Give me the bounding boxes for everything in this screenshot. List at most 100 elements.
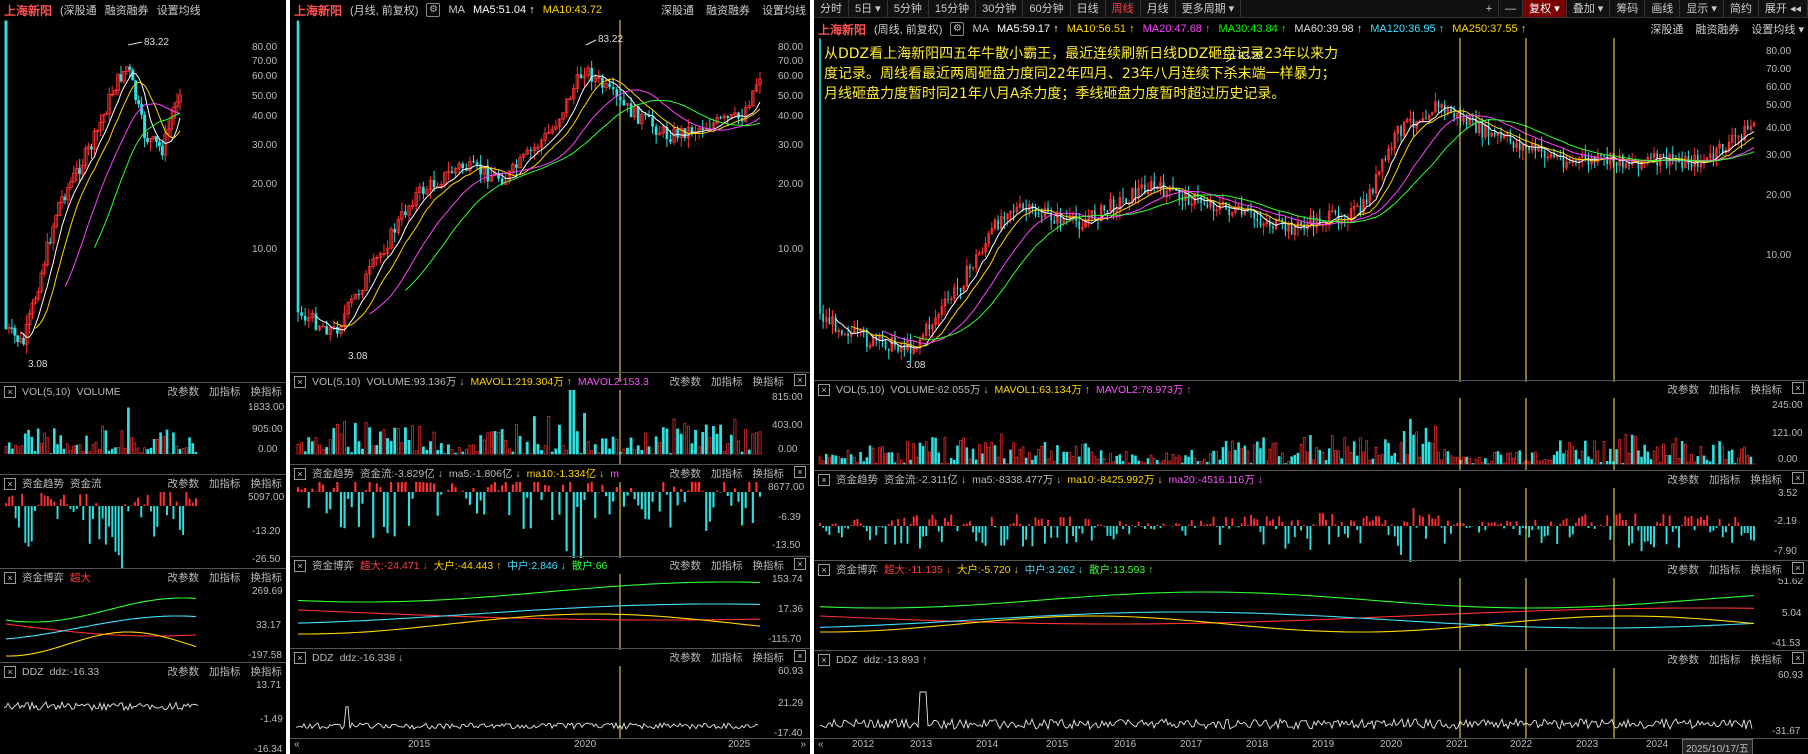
edit-params-button[interactable]: 改参数 (670, 650, 702, 665)
close-icon[interactable]: × (294, 651, 306, 664)
add-indicator-button[interactable]: 加指标 (209, 570, 241, 585)
edit-params-button[interactable]: 改参数 (670, 374, 702, 389)
edit-params-button[interactable]: 改参数 (1668, 382, 1700, 397)
edit-params-button[interactable]: 改参数 (1668, 472, 1700, 487)
link-set-ma[interactable]: 设置均线 (762, 2, 806, 18)
swap-indicator-button[interactable]: 换指标 (251, 384, 283, 399)
close-icon[interactable]: × (4, 665, 16, 678)
close-icon[interactable]: × (794, 374, 806, 386)
add-indicator-button[interactable]: 加指标 (1709, 652, 1741, 667)
bar (82, 506, 85, 521)
tab-5min[interactable]: 5分钟 (888, 0, 929, 17)
add-indicator-button[interactable]: 加指标 (711, 650, 743, 665)
link-margin[interactable]: 融资融券 (105, 2, 149, 18)
close-icon[interactable]: × (4, 571, 16, 584)
add-indicator-button[interactable]: 加指标 (1709, 382, 1741, 397)
add-indicator-button[interactable]: 加指标 (209, 384, 241, 399)
swap-indicator-button[interactable]: 换指标 (753, 650, 785, 665)
close-icon[interactable]: × (294, 467, 306, 480)
simple-button[interactable]: 简约 (1724, 0, 1759, 17)
close-icon[interactable]: × (794, 466, 806, 478)
tab-30min[interactable]: 30分钟 (976, 0, 1024, 17)
add-indicator-button[interactable]: 加指标 (711, 466, 743, 481)
swap-indicator-button[interactable]: 换指标 (251, 664, 283, 679)
tab-15min[interactable]: 15分钟 (929, 0, 977, 17)
tab-daily[interactable]: 日线 (1071, 0, 1106, 17)
zoom-out-button[interactable]: — (1499, 0, 1524, 17)
edit-params-button[interactable]: 改参数 (670, 558, 702, 573)
tab-weekly[interactable]: 周线 (1106, 0, 1141, 17)
expand-button[interactable]: 展开 ◂◂ (1759, 0, 1808, 17)
swap-indicator-button[interactable]: 换指标 (1751, 382, 1783, 397)
link-hk-connect[interactable]: 深股通 (1650, 21, 1683, 37)
close-icon[interactable]: × (1792, 562, 1804, 574)
scroll-left-icon[interactable]: « (818, 739, 824, 750)
swap-indicator-button[interactable]: 换指标 (1751, 652, 1783, 667)
close-icon[interactable]: × (1792, 472, 1804, 484)
link-set-ma[interactable]: 设置均线 ▾ (1751, 21, 1804, 37)
stock-name[interactable]: 上海新阳 (4, 2, 52, 19)
volume-bar (1455, 456, 1459, 465)
close-icon[interactable]: × (294, 559, 306, 572)
stock-name[interactable]: 上海新阳 (818, 21, 866, 38)
edit-params-button[interactable]: 改参数 (168, 570, 200, 585)
panel1-price-chart[interactable]: 80.00 70.00 60.00 50.00 40.00 30.00 20.0… (0, 20, 286, 382)
close-icon[interactable]: × (818, 473, 830, 486)
tab-5day[interactable]: 5日 ▾ (849, 0, 888, 17)
tab-more-periods[interactable]: 更多周期 ▾ (1176, 0, 1242, 17)
tab-60min[interactable]: 60分钟 (1023, 0, 1071, 17)
link-margin[interactable]: 融资融券 (1695, 21, 1739, 37)
close-icon[interactable]: × (818, 563, 830, 576)
close-icon[interactable]: × (4, 385, 16, 398)
swap-indicator-button[interactable]: 换指标 (753, 558, 785, 573)
close-icon[interactable]: × (818, 383, 830, 396)
scroll-right-icon[interactable]: » (800, 739, 806, 750)
edit-params-button[interactable]: 改参数 (168, 384, 200, 399)
adjust-button[interactable]: 复权 ▾ (1523, 0, 1567, 17)
edit-params-button[interactable]: 改参数 (670, 466, 702, 481)
candle-body (1518, 143, 1521, 151)
stock-name[interactable]: 上海新阳 (294, 2, 342, 19)
gear-icon[interactable]: ⚙ (426, 3, 441, 17)
draw-button[interactable]: 画线 (1645, 0, 1681, 17)
close-icon[interactable]: × (794, 650, 806, 662)
swap-indicator-button[interactable]: 换指标 (1751, 562, 1783, 577)
panel2-price-chart[interactable]: 80.00 70.00 60.00 50.00 40.00 30.00 20.0… (290, 20, 810, 382)
volume-bar (461, 451, 465, 455)
close-icon[interactable]: × (294, 375, 306, 388)
add-indicator-button[interactable]: 加指标 (711, 558, 743, 573)
tab-intraday[interactable]: 分时 (814, 0, 849, 17)
swap-indicator-button[interactable]: 换指标 (753, 466, 785, 481)
swap-indicator-button[interactable]: 换指标 (753, 374, 785, 389)
bar (1306, 526, 1309, 539)
close-icon[interactable]: × (1792, 382, 1804, 394)
link-margin[interactable]: 融资融券 (706, 2, 750, 18)
bar (1571, 526, 1574, 535)
add-indicator-button[interactable]: 加指标 (209, 664, 241, 679)
scroll-left-icon[interactable]: « (294, 739, 300, 750)
edit-params-button[interactable]: 改参数 (168, 664, 200, 679)
link-set-ma[interactable]: 设置均线 (157, 2, 201, 18)
add-indicator-button[interactable]: 加指标 (209, 476, 241, 491)
bar (350, 492, 353, 508)
swap-indicator-button[interactable]: 换指标 (1751, 472, 1783, 487)
close-icon[interactable]: × (818, 653, 830, 666)
add-indicator-button[interactable]: 加指标 (711, 374, 743, 389)
tab-monthly[interactable]: 月线 (1141, 0, 1176, 17)
add-indicator-button[interactable]: 加指标 (1709, 472, 1741, 487)
zoom-in-button[interactable]: + (1480, 0, 1500, 17)
edit-params-button[interactable]: 改参数 (1668, 652, 1700, 667)
display-button[interactable]: 显示 ▾ (1680, 0, 1724, 17)
close-icon[interactable]: × (1792, 652, 1804, 664)
add-indicator-button[interactable]: 加指标 (1709, 562, 1741, 577)
close-icon[interactable]: × (794, 558, 806, 570)
swap-indicator-button[interactable]: 换指标 (251, 570, 283, 585)
gear-icon[interactable]: ⚙ (950, 22, 965, 36)
edit-params-button[interactable]: 改参数 (168, 476, 200, 491)
edit-params-button[interactable]: 改参数 (1668, 562, 1700, 577)
swap-indicator-button[interactable]: 换指标 (251, 476, 283, 491)
close-icon[interactable]: × (4, 477, 16, 490)
chips-button[interactable]: 筹码 (1610, 0, 1646, 17)
overlay-button[interactable]: 叠加 ▾ (1567, 0, 1611, 17)
link-hk-connect[interactable]: 深股通 (661, 2, 694, 18)
